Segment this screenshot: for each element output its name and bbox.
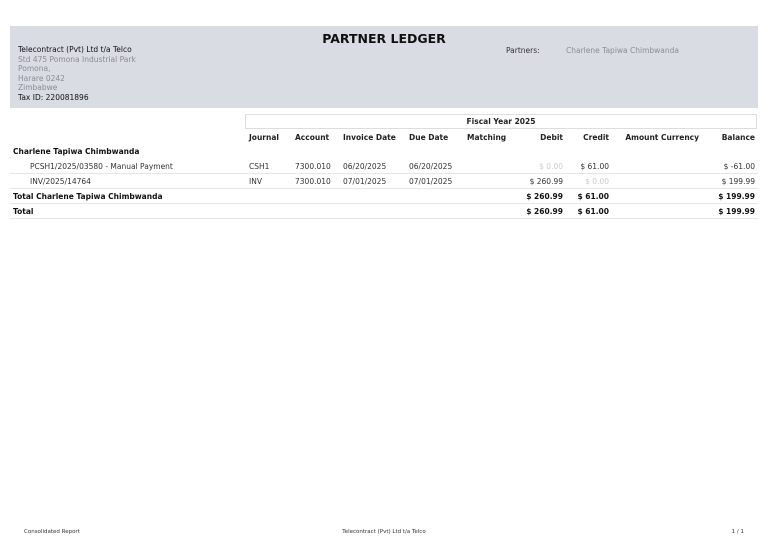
col-invoice-date: Invoice Date <box>343 132 396 142</box>
grand-total-debit: $ 260.99 <box>516 203 566 219</box>
report-header: PARTNER LEDGER Telecontract (Pvt) Ltd t/… <box>10 26 758 108</box>
line-account: 7300.010 <box>292 173 340 189</box>
col-amount-currency: Amount Currency <box>625 132 699 142</box>
partner-total-row: Total Charlene Tapiwa Chimbwanda $ 260.9… <box>10 188 758 204</box>
partner-total-label: Total Charlene Tapiwa Chimbwanda <box>10 188 246 204</box>
partners-filter-value: Charlene Tapiwa Chimbwanda <box>566 46 679 55</box>
line-invoice-date: 06/20/2025 <box>340 159 406 174</box>
col-journal: Journal <box>249 132 279 142</box>
grand-total-row: Total $ 260.99 $ 61.00 $ 199.99 <box>10 203 758 219</box>
line-due-date: 07/01/2025 <box>406 173 464 189</box>
page-number: 1 / 1 <box>731 529 744 535</box>
line-credit: $ 0.00 <box>566 173 612 189</box>
line-amount-currency <box>612 159 702 174</box>
col-account: Account <box>295 132 330 142</box>
line-matching <box>464 173 516 189</box>
line-invoice-date: 07/01/2025 <box>340 173 406 189</box>
address-line: Harare 0242 <box>18 73 65 83</box>
partner-name[interactable]: Charlene Tapiwa Chimbwanda <box>10 144 246 159</box>
line-balance: $ -61.00 <box>702 159 758 174</box>
line-balance: $ 199.99 <box>702 173 758 189</box>
period-header: Fiscal Year 2025 <box>245 114 757 129</box>
line-credit: $ 61.00 <box>566 159 612 174</box>
partner-row[interactable]: Charlene Tapiwa Chimbwanda <box>10 144 758 159</box>
col-credit: Credit <box>583 132 609 142</box>
col-due-date: Due Date <box>409 132 449 142</box>
address-line: Std 475 Pomona Industrial Park <box>18 54 136 64</box>
line-debit: $ 260.99 <box>516 173 566 189</box>
table-row[interactable]: PCSH1/2025/03580 - Manual Payment CSH1 7… <box>10 159 758 174</box>
column-headers: Journal Account Invoice Date Due Date Ma… <box>10 130 758 144</box>
line-journal: INV <box>246 173 292 189</box>
line-debit: $ 0.00 <box>516 159 566 174</box>
grand-total-label: Total <box>10 203 246 219</box>
line-ref[interactable]: PCSH1/2025/03580 - Manual Payment <box>10 159 246 174</box>
footer-company: Telecontract (Pvt) Ltd t/a Telco <box>342 529 426 535</box>
company-name: Telecontract (Pvt) Ltd t/a Telco <box>18 45 132 54</box>
report-title: PARTNER LEDGER <box>322 31 446 46</box>
line-amount-currency <box>612 173 702 189</box>
grand-total-credit: $ 61.00 <box>566 203 612 219</box>
table-row[interactable]: INV/2025/14764 INV 7300.010 07/01/2025 0… <box>10 173 758 189</box>
col-debit: Debit <box>540 132 563 142</box>
partner-total-balance: $ 199.99 <box>702 188 758 204</box>
grand-total-balance: $ 199.99 <box>702 203 758 219</box>
address-line: Zimbabwe <box>18 83 58 93</box>
ledger-table: Journal Account Invoice Date Due Date Ma… <box>10 130 758 219</box>
line-due-date: 06/20/2025 <box>406 159 464 174</box>
tax-id: Tax ID: 220081896 <box>18 92 89 102</box>
line-matching <box>464 159 516 174</box>
partners-filter-label: Partners: <box>506 46 540 55</box>
partner-total-debit: $ 260.99 <box>516 188 566 204</box>
col-balance: Balance <box>721 132 755 142</box>
line-ref[interactable]: INV/2025/14764 <box>10 173 246 189</box>
company-info: Telecontract (Pvt) Ltd t/a Telco Std 475… <box>18 45 136 103</box>
line-account: 7300.010 <box>292 159 340 174</box>
address-line: Pomona, <box>18 64 51 74</box>
partner-total-credit: $ 61.00 <box>566 188 612 204</box>
line-journal: CSH1 <box>246 159 292 174</box>
col-matching: Matching <box>467 132 507 142</box>
